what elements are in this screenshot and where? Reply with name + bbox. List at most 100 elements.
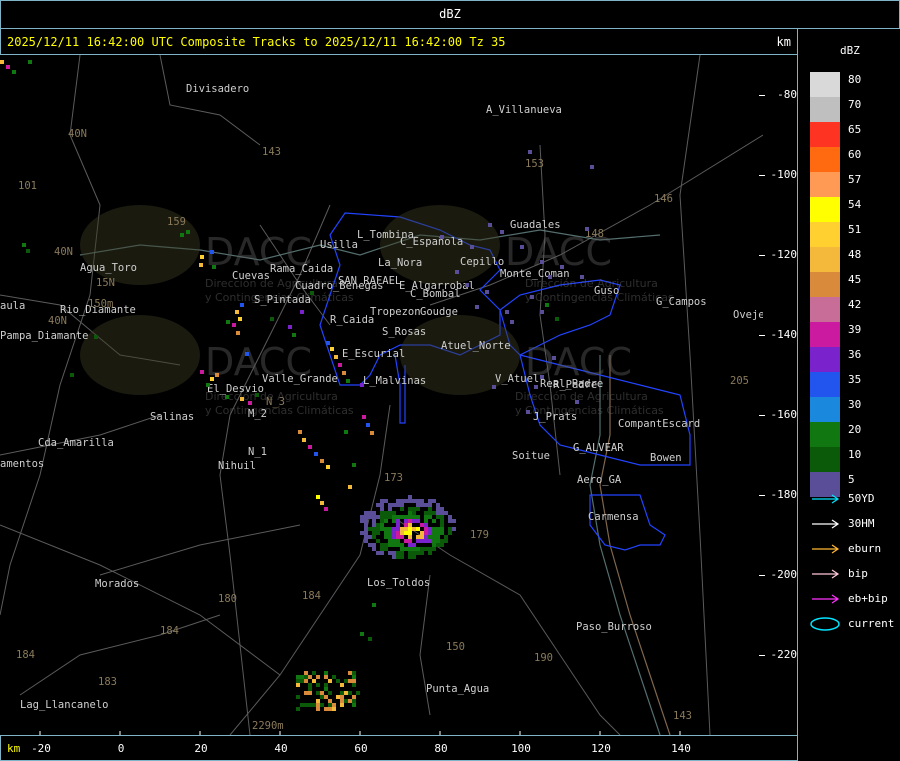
legend-swatch-label: 65 [848, 123, 862, 136]
arrow-icon [812, 494, 840, 504]
echo-pixel [368, 535, 372, 539]
echo-pixel [352, 675, 356, 679]
echo-pixel [396, 543, 400, 547]
echo-pixel [348, 671, 352, 675]
echo-pixel [436, 527, 440, 531]
echo-pixel [236, 331, 240, 335]
echo-pixel [510, 320, 514, 324]
legend-track-50YD[interactable]: 50YD [810, 492, 898, 506]
echo-pixel [232, 323, 236, 327]
echo-pixel [352, 679, 356, 683]
echo-pixel [428, 547, 432, 551]
echo-pixel [432, 527, 436, 531]
place-label: R_Caida [330, 314, 374, 326]
echo-pixel [424, 503, 428, 507]
echo-pixel [360, 632, 364, 636]
radar-map[interactable]: DACC DACC DACC DACC Dirección de Agricul… [0, 55, 763, 735]
echo-pixel [308, 675, 312, 679]
legend-track-label: current [848, 617, 895, 630]
echo-pixel [444, 535, 448, 539]
place-label: 180 [218, 593, 237, 605]
echo-pixel [404, 547, 408, 551]
echo-pixel [392, 515, 396, 519]
legend-swatch [810, 322, 840, 347]
echo-pixel [436, 535, 440, 539]
legend-swatch-label: 30 [848, 398, 862, 411]
echo-pixel [352, 703, 356, 707]
echo-pixel [376, 503, 380, 507]
place-label: aula [0, 300, 25, 312]
echo-pixel [308, 445, 312, 449]
place-label: 150 [446, 641, 465, 653]
legend-swatch [810, 147, 840, 172]
place-label: Salinas [150, 411, 194, 423]
echo-pixel [0, 60, 4, 64]
echo-pixel [400, 507, 404, 511]
x-axis-tick-label: -20 [31, 742, 51, 755]
echo-pixel [186, 230, 190, 234]
echo-pixel [316, 495, 320, 499]
echo-pixel [505, 310, 509, 314]
echo-pixel [575, 400, 579, 404]
echo-pixel [396, 551, 400, 555]
echo-pixel [432, 543, 436, 547]
place-label: CompantEscard [618, 418, 700, 430]
echo-pixel [330, 347, 334, 351]
echo-pixel [396, 539, 400, 543]
place-label: Punta_Agua [426, 683, 489, 695]
echo-pixel [440, 527, 444, 531]
echo-pixel [400, 547, 404, 551]
echo-pixel [420, 499, 424, 503]
echo-pixel [428, 539, 432, 543]
place-label: Cuevas [232, 270, 270, 282]
echo-pixel [366, 423, 370, 427]
echo-pixel [470, 245, 474, 249]
echo-pixel [412, 551, 416, 555]
legend-swatch [810, 247, 840, 272]
echo-pixel [448, 515, 452, 519]
echo-pixel [328, 703, 332, 707]
place-label: La_Nora [378, 257, 422, 269]
legend-track-eb+bip[interactable]: eb+bip [810, 592, 898, 606]
echo-pixel [368, 527, 372, 531]
echo-pixel [364, 535, 368, 539]
echo-pixel [12, 70, 16, 74]
echo-pixel [404, 499, 408, 503]
place-label: 159 [167, 216, 186, 228]
place-label: G_ALVEAR [573, 442, 624, 454]
y-axis-tick-label: -100 [770, 168, 798, 181]
legend-track-current[interactable]: current [810, 617, 898, 631]
legend-swatch-label: 60 [848, 148, 862, 161]
echo-pixel [475, 305, 479, 309]
echo-pixel [332, 707, 336, 711]
echo-pixel [380, 543, 384, 547]
echo-pixel [6, 65, 10, 69]
echo-pixel [324, 695, 328, 699]
legend-track-30HM[interactable]: 30HM [810, 517, 898, 531]
legend-track-eburn[interactable]: eburn [810, 542, 898, 556]
echo-pixel [428, 531, 432, 535]
x-axis-tick-label: 60 [354, 742, 368, 755]
ellipse-icon [810, 617, 840, 631]
echo-pixel [428, 551, 432, 555]
y-axis-tick-label: -120 [770, 248, 798, 261]
echo-pixel [380, 551, 384, 555]
echo-pixel [360, 515, 364, 519]
echo-pixel [368, 515, 372, 519]
legend-track-bip[interactable]: bip [810, 567, 898, 581]
echo-pixel [340, 691, 344, 695]
echo-pixel [452, 519, 456, 523]
echo-pixel [534, 385, 538, 389]
echo-pixel [412, 519, 416, 523]
echo-pixel [324, 707, 328, 711]
echo-pixel [428, 511, 432, 515]
x-axis-tick-label: 140 [671, 742, 691, 755]
echo-pixel [288, 325, 292, 329]
echo-pixel [308, 687, 312, 691]
x-axis-tick-label: 80 [434, 742, 448, 755]
x-axis-tick-label: 120 [591, 742, 611, 755]
echo-pixel [436, 543, 440, 547]
echo-pixel [448, 519, 452, 523]
echo-pixel [316, 675, 320, 679]
x-axis-tick-label: 100 [511, 742, 531, 755]
